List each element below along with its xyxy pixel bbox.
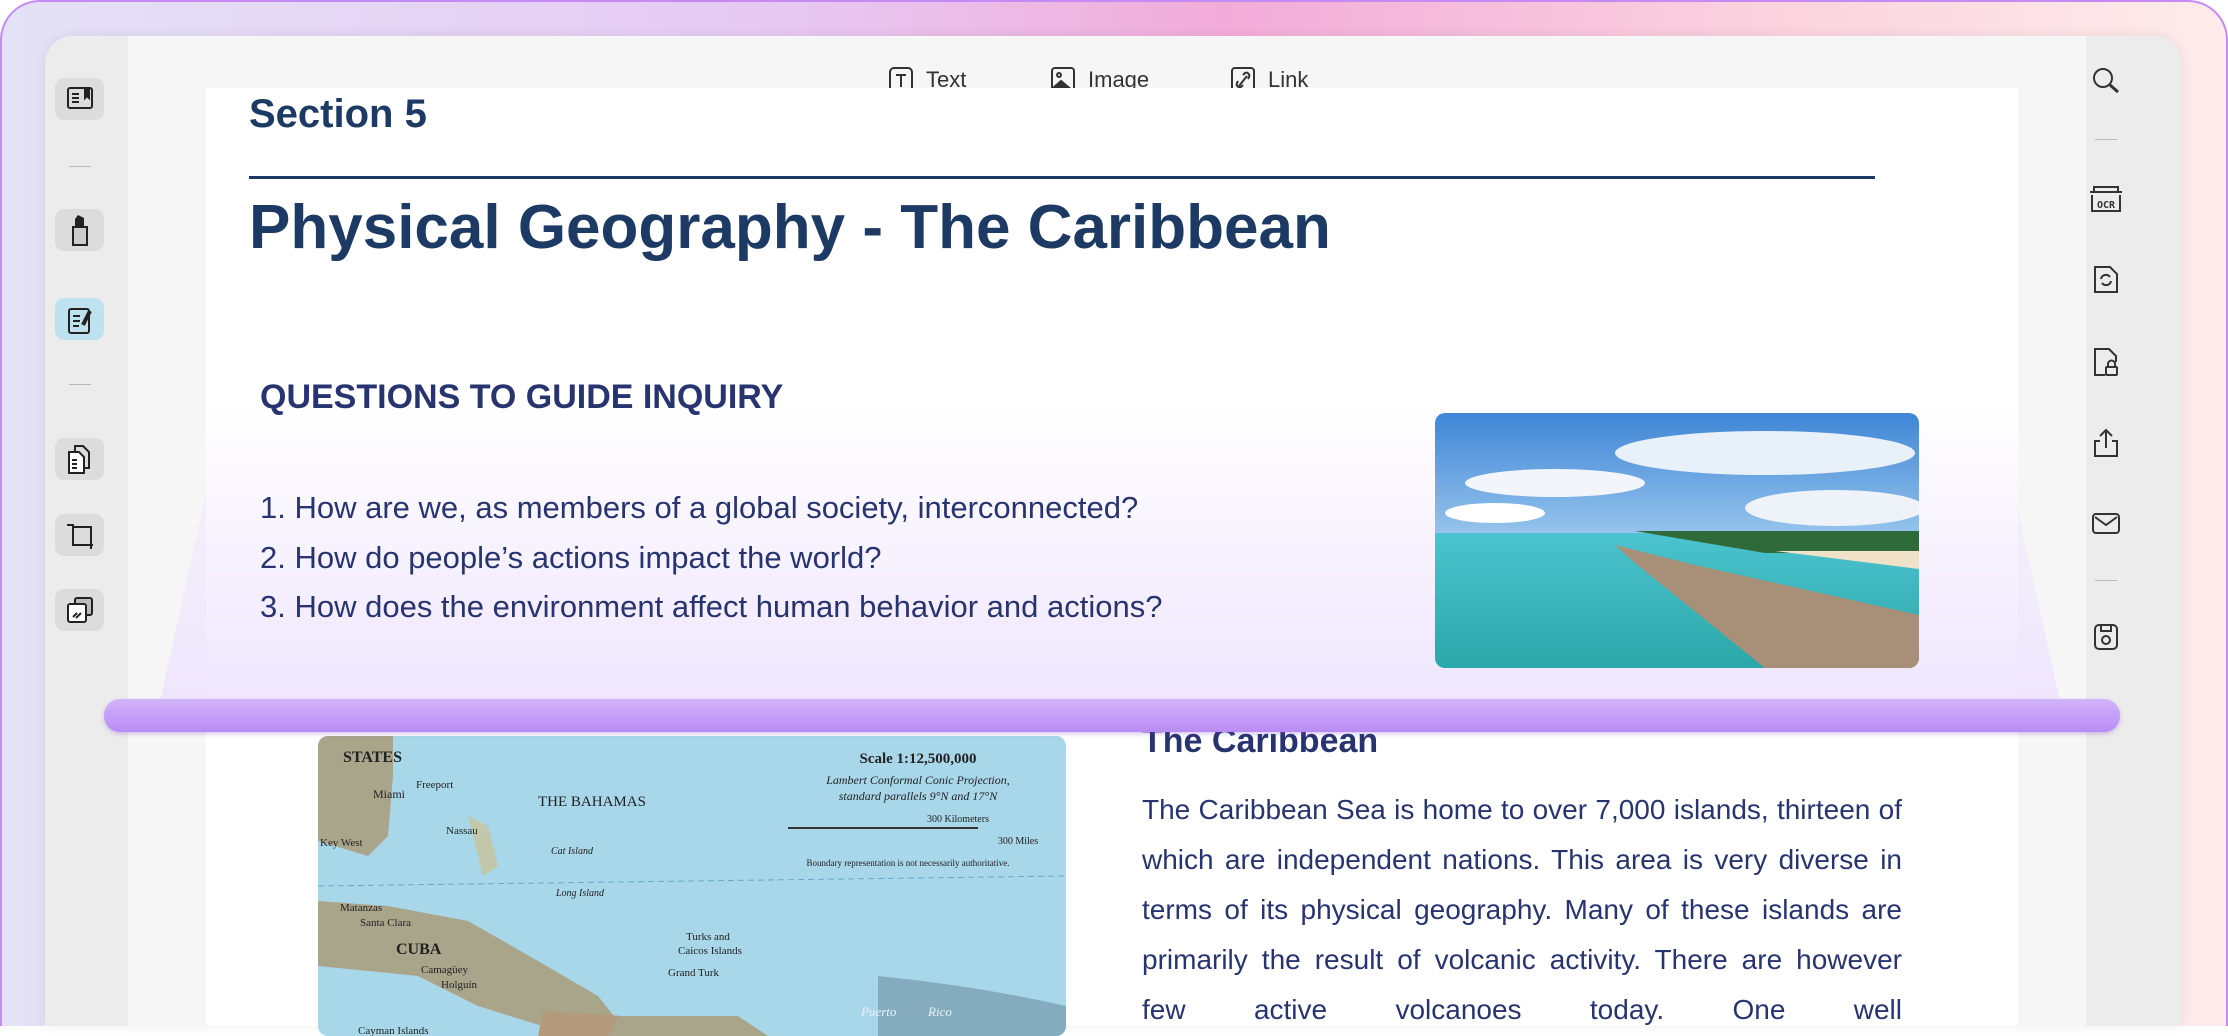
section-label: Section 5 [249,92,427,136]
svg-text:Puerto: Puerto [860,1004,897,1019]
svg-text:Freeport: Freeport [416,779,453,791]
svg-text:Grand Turk: Grand Turk [668,967,720,979]
svg-text:Cayman Islands: Cayman Islands [358,1025,429,1036]
separator [69,384,91,385]
search-icon [2093,68,2119,94]
section-rule [249,176,1875,179]
page-divider-handle[interactable] [104,699,2120,732]
svg-text:300 Kilometers: 300 Kilometers [927,814,989,825]
svg-text:Lambert Conformal Conic Projec: Lambert Conformal Conic Projection, [825,773,1010,787]
ocr-icon: OCR [2090,186,2122,212]
highlighter-icon [71,215,88,246]
svg-text:Miami: Miami [373,787,406,801]
book-icon [66,87,93,109]
svg-text:Nassau: Nassau [446,825,478,837]
question-item: 3. How does the environment affect human… [260,589,1163,624]
edit-button[interactable] [55,298,104,340]
svg-text:OCR: OCR [2097,200,2116,211]
overlay-icon [66,597,93,623]
questions-heading: QUESTIONS TO GUIDE INQUIRY [260,378,784,416]
share-button[interactable] [2086,423,2126,463]
separator [69,166,91,167]
beach-image[interactable] [1435,413,1919,668]
left-sidebar [45,36,128,1026]
share-icon [2094,428,2118,457]
protect-button[interactable] [2086,342,2126,382]
svg-text:Long Island: Long Island [555,888,605,899]
question-item: 2. How do people’s actions impact the wo… [260,540,882,575]
convert-icon [2094,266,2118,293]
mail-icon [2092,513,2120,534]
svg-text:Cat Island: Cat Island [551,846,594,857]
svg-text:Santa Clara: Santa Clara [360,917,411,929]
caribbean-paragraph: The Caribbean Sea is home to over 7,000 … [1142,794,1902,1025]
crop-button[interactable] [55,514,104,556]
svg-text:Key West: Key West [320,837,363,849]
crop-icon [66,524,93,549]
page-title: Physical Geography - The Caribbean [249,193,1331,262]
separator [2095,139,2117,140]
search-button[interactable] [2086,61,2126,101]
svg-text:STATES: STATES [343,749,402,766]
question-item: 1. How are we, as members of a global so… [260,490,1139,525]
reader-button[interactable] [55,78,104,120]
ocr-button[interactable]: OCR [2086,179,2126,219]
svg-text:Holguín: Holguín [441,979,478,991]
highlight-button[interactable] [55,209,104,251]
edit-note-icon [67,308,92,334]
organize-pages-button[interactable] [55,438,104,480]
separator [2095,580,2117,581]
svg-text:Camagüey: Camagüey [421,964,469,976]
watermark-button[interactable] [55,589,104,631]
svg-text:THE BAHAMAS: THE BAHAMAS [538,794,646,810]
lock-file-icon [2094,348,2118,376]
svg-text:300 Miles: 300 Miles [998,836,1038,847]
svg-text:Boundary representation is not: Boundary representation is not necessari… [807,858,1010,868]
svg-text:Caicos Islands: Caicos Islands [678,945,742,957]
pages-icon [67,445,90,474]
caribbean-map[interactable]: STATES Miami Freeport THE BAHAMAS Nassau… [318,736,1066,1036]
svg-text:standard parallels 9°N and 17°: standard parallels 9°N and 17°N [839,789,998,803]
svg-text:Matanzas: Matanzas [340,902,382,914]
save-icon [2094,624,2118,650]
svg-text:Rico: Rico [927,1004,952,1019]
svg-text:Scale 1:12,500,000: Scale 1:12,500,000 [859,751,976,767]
svg-text:Turks and: Turks and [686,931,730,943]
email-button[interactable] [2086,503,2126,543]
svg-text:CUBA: CUBA [396,941,442,958]
convert-button[interactable] [2086,259,2126,299]
save-button[interactable] [2086,617,2126,657]
